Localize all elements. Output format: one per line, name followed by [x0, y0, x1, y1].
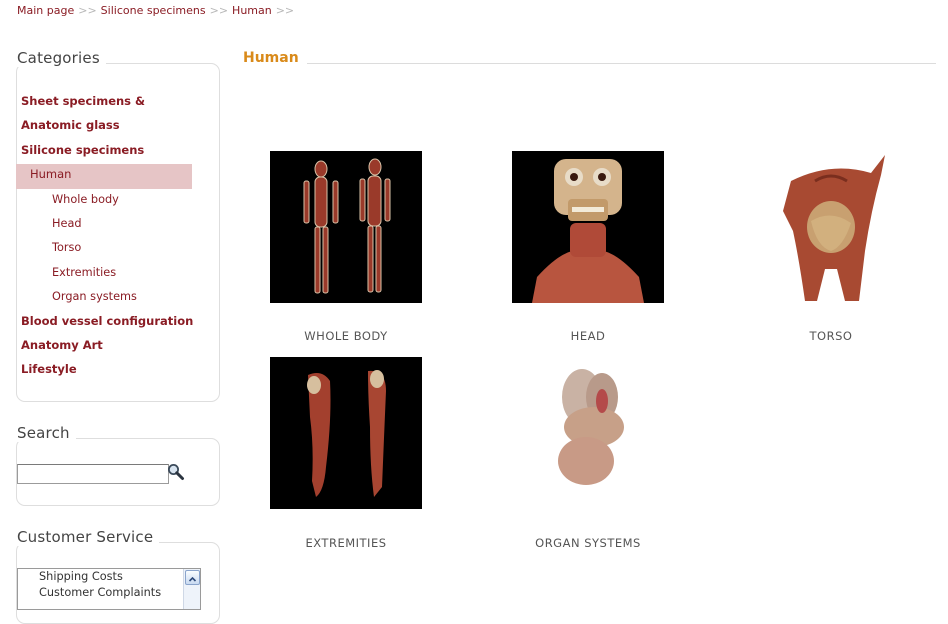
category-whole-body[interactable]: Whole body [16, 189, 196, 213]
product-image-head[interactable] [512, 151, 664, 303]
breadcrumb-human[interactable]: Human [232, 4, 272, 17]
scroll-up-button[interactable] [185, 570, 200, 585]
torso-specimen-image [755, 151, 907, 303]
category-extremities[interactable]: Extremities [16, 262, 196, 286]
category-blood-vessel-configuration[interactable]: Blood vessel configuration [16, 311, 196, 335]
category-silicone-specimens[interactable]: Silicone specimens [16, 140, 196, 164]
search-title: Search [17, 424, 76, 442]
product-label-head[interactable]: HEAD [498, 329, 678, 343]
category-human-selected[interactable]: Human [16, 164, 192, 189]
product-label-torso[interactable]: TORSO [741, 329, 921, 343]
breadcrumb-separator: >> [275, 4, 295, 17]
category-list: Sheet specimens & Anatomic glass Silicon… [16, 91, 196, 384]
product-image-organ-systems[interactable] [512, 357, 664, 509]
breadcrumb-main-page[interactable]: Main page [17, 4, 74, 17]
category-anatomy-art[interactable]: Anatomy Art [16, 335, 196, 359]
extremities-specimen-image [270, 357, 422, 509]
category-organ-systems[interactable]: Organ systems [16, 286, 196, 310]
cs-item-customer-complaints[interactable]: Customer Complaints [18, 585, 200, 601]
product-image-whole-body[interactable] [270, 151, 422, 303]
breadcrumb-separator: >> [209, 4, 229, 17]
category-anatomic-glass[interactable]: Anatomic glass [16, 115, 196, 139]
category-torso[interactable]: Torso [16, 237, 196, 261]
head-specimen-image [512, 151, 664, 303]
organ-systems-specimen-image [512, 357, 664, 509]
breadcrumb-separator: >> [78, 4, 97, 17]
listbox-scrollbar[interactable] [183, 569, 200, 609]
chevron-up-icon [188, 576, 197, 582]
search-input[interactable] [17, 464, 169, 484]
product-image-torso[interactable] [755, 151, 907, 303]
customer-service-title: Customer Service [17, 528, 160, 546]
product-label-extremities[interactable]: EXTREMITIES [256, 536, 436, 550]
product-label-whole-body[interactable]: WHOLE BODY [256, 329, 436, 343]
page-title: Human [243, 50, 307, 66]
search-button[interactable] [166, 462, 186, 482]
breadcrumb: Main page >> Silicone specimens >> Human >> [17, 4, 298, 17]
category-lifestyle[interactable]: Lifestyle [16, 359, 196, 383]
product-label-organ-systems[interactable]: ORGAN SYSTEMS [498, 536, 678, 550]
customer-service-listbox[interactable]: Shipping Costs Customer Complaints [17, 568, 201, 610]
magnifier-icon [168, 464, 184, 480]
category-head[interactable]: Head [16, 213, 196, 237]
product-image-extremities[interactable] [270, 357, 422, 509]
whole-body-specimen-image [270, 151, 422, 303]
heading-divider [300, 63, 936, 64]
categories-title: Categories [17, 49, 106, 67]
category-sheet-specimens[interactable]: Sheet specimens & [16, 91, 196, 115]
breadcrumb-silicone-specimens[interactable]: Silicone specimens [101, 4, 206, 17]
cs-item-shipping-costs[interactable]: Shipping Costs [18, 569, 200, 585]
